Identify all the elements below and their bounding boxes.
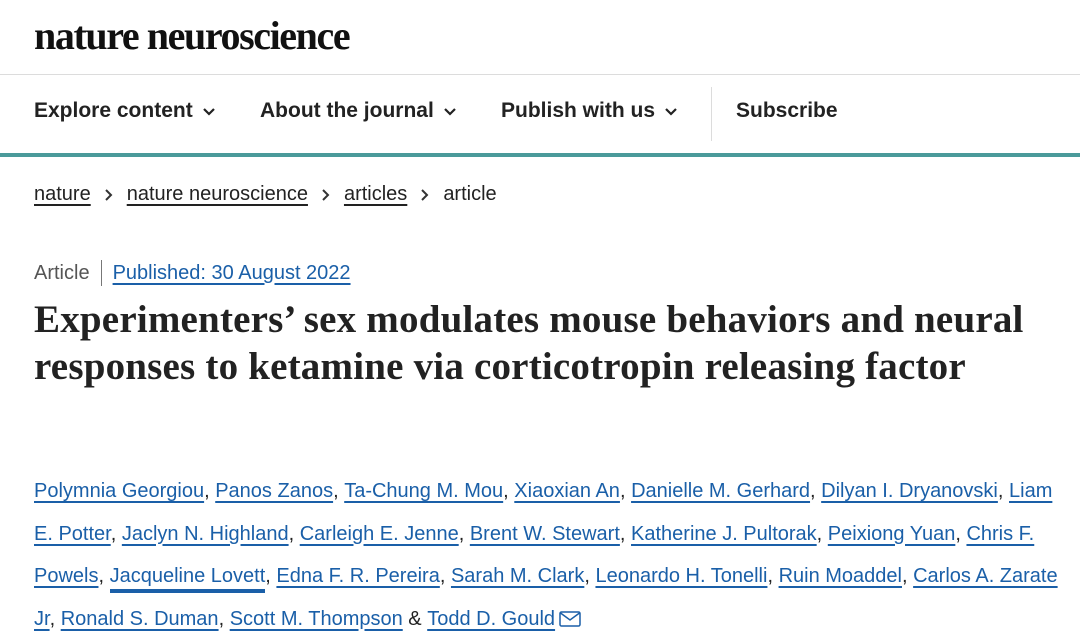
breadcrumb-articles[interactable]: articles — [344, 183, 407, 206]
breadcrumb-nature-neuroscience[interactable]: nature neuroscience — [127, 183, 308, 206]
author-link[interactable]: Brent W. Stewart — [470, 523, 620, 545]
author-link[interactable]: Todd D. Gould — [427, 608, 555, 630]
nav-publish-with-us-label: Publish with us — [501, 99, 656, 122]
author-separator: , — [204, 480, 210, 502]
nav-about-journal-label: About the journal — [260, 99, 434, 122]
author-separator: , — [439, 565, 446, 587]
author-item: Ronald S. Duman, — [61, 608, 230, 630]
nav-publish-with-us[interactable]: Publish with us — [501, 99, 678, 123]
published-date-link[interactable]: Published: 30 August 2022 — [113, 262, 351, 285]
author-link[interactable]: Polymnia Georgiou — [34, 480, 204, 502]
author-link[interactable]: Sarah M. Clark — [451, 565, 584, 587]
author-item: Panos Zanos, — [215, 480, 344, 502]
author-separator: , — [619, 522, 626, 545]
author-separator: , — [901, 565, 908, 587]
breadcrumb-current: article — [443, 183, 497, 205]
author-link[interactable]: Peixiong Yuan — [828, 523, 956, 545]
article-type: Article — [34, 261, 90, 284]
breadcrumb: nature nature neuroscience articles arti… — [34, 183, 497, 206]
author-link[interactable]: Leonardo H. Tonelli — [595, 565, 767, 587]
author-link[interactable]: Dilyan I. Dryanovski — [821, 480, 998, 502]
author-link[interactable]: Danielle M. Gerhard — [631, 480, 810, 502]
author-link[interactable]: Carleigh E. Jenne — [300, 523, 459, 545]
author-item: Edna F. R. Pereira, — [276, 565, 451, 587]
author-item: Katherine J. Pultorak, — [631, 523, 828, 545]
main-nav: Explore content About the journal Publis… — [0, 75, 1080, 157]
breadcrumb-nature[interactable]: nature — [34, 183, 91, 206]
author-separator: , — [288, 522, 295, 545]
chevron-right-icon — [421, 188, 429, 201]
author-separator: , — [997, 480, 1004, 502]
author-joiner: & — [408, 607, 422, 630]
nav-explore-content-label: Explore content — [34, 99, 193, 122]
article-meta: Article Published: 30 August 2022 — [34, 260, 351, 286]
author-item: Ta-Chung M. Mou, — [344, 480, 514, 502]
author-separator: , — [265, 565, 271, 587]
nav-about-journal[interactable]: About the journal — [260, 99, 457, 123]
author-item: Xiaoxian An, — [514, 480, 631, 502]
author-item: Carleigh E. Jenne, — [300, 523, 470, 545]
author-item: Todd D. Gould — [427, 608, 581, 630]
author-item: Scott M. Thompson & — [230, 608, 428, 630]
journal-logo[interactable]: nature neuroscience — [34, 12, 351, 59]
author-separator: , — [503, 480, 509, 502]
chevron-down-icon — [202, 108, 215, 116]
author-link[interactable]: Jacqueline Lovett — [109, 565, 266, 593]
mail-icon[interactable] — [559, 610, 581, 627]
chevron-down-icon — [665, 108, 677, 116]
author-item: Polymnia Georgiou, — [34, 480, 215, 502]
author-item: Brent W. Stewart, — [470, 523, 631, 545]
author-item: Danielle M. Gerhard, — [631, 480, 821, 502]
author-link[interactable]: Xiaoxian An — [514, 480, 620, 502]
author-link[interactable]: Ta-Chung M. Mou — [344, 480, 503, 502]
author-separator: , — [584, 565, 590, 587]
meta-divider — [100, 260, 102, 286]
author-item: Dilyan I. Dryanovski, — [821, 480, 1009, 502]
author-separator: , — [98, 565, 105, 587]
author-separator: , — [816, 522, 823, 545]
author-separator: , — [458, 522, 465, 545]
chevron-right-icon — [322, 188, 330, 201]
chevron-down-icon — [444, 108, 456, 116]
author-link[interactable]: Edna F. R. Pereira — [276, 565, 439, 587]
site-header: nature neuroscience — [0, 0, 1080, 75]
author-item: Ruin Moaddel, — [779, 565, 914, 587]
author-link[interactable]: Ronald S. Duman — [61, 608, 219, 630]
author-separator: , — [218, 607, 225, 630]
author-item: Jaclyn N. Highland, — [122, 523, 300, 545]
nav-subscribe[interactable]: Subscribe — [736, 99, 838, 123]
author-separator: , — [619, 480, 626, 502]
author-link[interactable]: Jaclyn N. Highland — [122, 523, 289, 545]
article-title: Experimenters’ sex modulates mouse behav… — [34, 298, 1024, 388]
author-separator: , — [333, 480, 339, 502]
author-link[interactable]: Scott M. Thompson — [230, 608, 403, 630]
author-link[interactable]: Panos Zanos — [215, 480, 333, 502]
chevron-right-icon — [105, 188, 113, 201]
author-link[interactable]: Katherine J. Pultorak — [631, 523, 817, 545]
author-list: Polymnia Georgiou, Panos Zanos, Ta-Chung… — [34, 470, 1064, 640]
nav-explore-content[interactable]: Explore content — [34, 99, 216, 123]
author-separator: , — [810, 480, 816, 502]
author-separator: , — [767, 565, 773, 587]
author-item: Peixiong Yuan, — [828, 523, 967, 545]
author-separator: , — [110, 522, 117, 545]
author-link[interactable]: Ruin Moaddel — [779, 565, 902, 587]
author-item: Leonardo H. Tonelli, — [595, 565, 778, 587]
author-item: Sarah M. Clark, — [451, 565, 596, 587]
author-item: Jacqueline Lovett, — [109, 565, 277, 593]
author-separator: , — [955, 522, 961, 545]
nav-divider — [711, 87, 712, 141]
author-separator: , — [49, 607, 56, 630]
